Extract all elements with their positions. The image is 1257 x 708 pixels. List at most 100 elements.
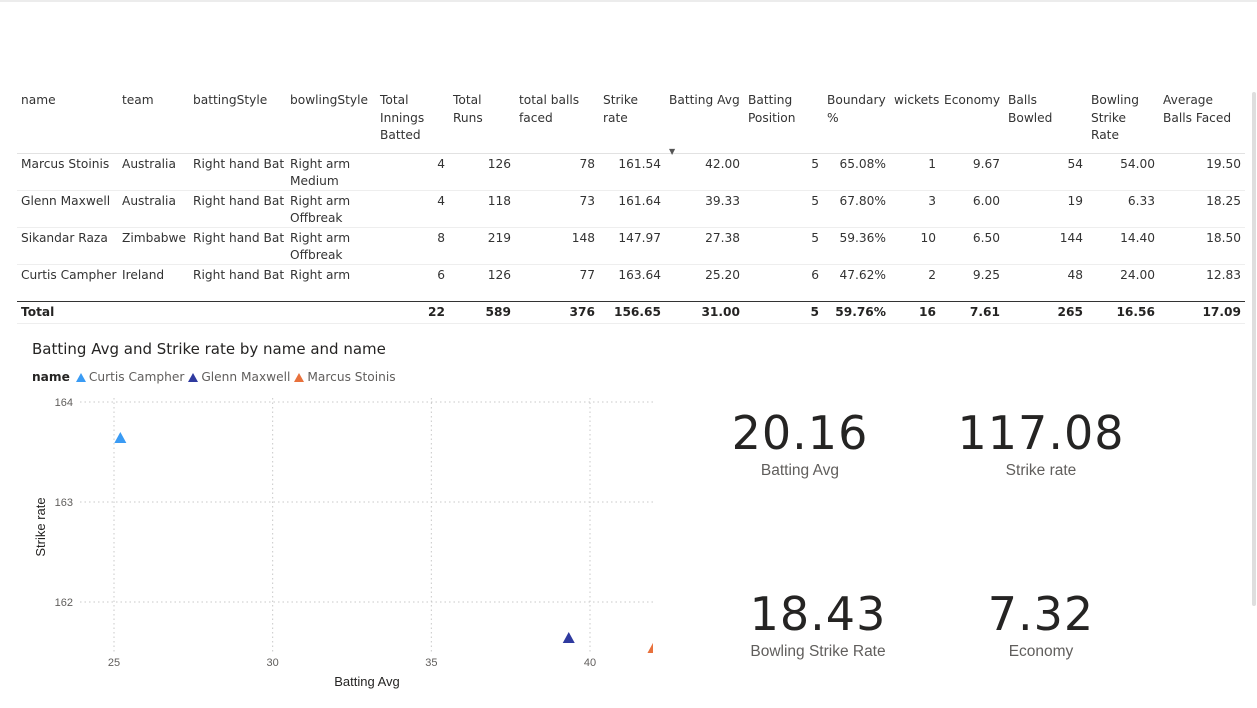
scatter-chart: 162 163 164 25 30 35 40 Batting Avg Strike rate: [33, 397, 659, 689]
y-tick-label: 164: [55, 397, 73, 409]
column-header-economy[interactable]: Economy: [940, 92, 1004, 154]
cell-batting-position: 5: [811, 157, 819, 171]
top-border: [0, 0, 1257, 2]
total-cell-total-balls-faced: 376: [569, 304, 595, 319]
card-value: 117.08: [957, 406, 1125, 460]
cell-team: Australia: [122, 157, 176, 171]
total-cell-wickets: 16: [919, 304, 936, 319]
cell-bowlingstyle: Right arm Offbreak: [290, 194, 351, 225]
cell-balls-bowled: 54: [1067, 157, 1083, 171]
total-cell-batting-position: 5: [810, 304, 819, 319]
cell-total-innings-batted: 4: [437, 194, 445, 208]
card-label: Bowling Strike Rate: [750, 643, 886, 660]
table-row[interactable]: Marcus Stoinis Australia Right hand Bat Rig…: [17, 154, 1245, 191]
column-header-batting-style[interactable]: battingStyle: [189, 92, 286, 154]
cell-total-balls-faced: 77: [579, 268, 595, 282]
cell-strike-rate: 147.97: [618, 231, 661, 245]
table-row[interactable]: Sikandar Raza Zimbabwe Right hand Bat Right…: [17, 228, 1245, 265]
column-header-batting-avg[interactable]: Batting Avg: [665, 92, 744, 154]
cell-team: Ireland: [122, 268, 165, 282]
table-row[interactable]: Glenn Maxwell Australia Right hand Bat Righ…: [17, 191, 1245, 228]
y-tick-label: 162: [55, 597, 73, 609]
column-header-balls-bowled[interactable]: Balls Bowled: [1004, 92, 1087, 154]
sort-descending-icon[interactable]: ▼: [669, 147, 675, 156]
cell-average-balls-faced: 18.50: [1206, 231, 1241, 245]
total-cell-bowlingstyle: [286, 301, 376, 323]
total-cell-total-innings-batted: 22: [428, 304, 445, 319]
cell-total-balls-faced: 148: [571, 231, 595, 245]
total-cell-average-balls-faced: 17.09: [1202, 304, 1241, 319]
cell-bowlingstyle: Right arm: [290, 268, 351, 282]
player-stats-table: ▼ name team battingStyle bowlingStyle To…: [17, 92, 1245, 324]
cell-strike-rate: 163.64: [618, 268, 661, 282]
column-header-bowling-style[interactable]: bowlingStyle: [286, 92, 376, 154]
cell-boundary: 67.80%: [839, 194, 886, 208]
column-header-total-balls-faced[interactable]: total balls faced: [515, 92, 599, 154]
card-value: 20.16: [731, 406, 869, 460]
y-tick-label: 163: [55, 497, 73, 509]
total-cell-batting-avg: 31.00: [701, 304, 740, 319]
column-header-boundary-pct[interactable]: Boundary %: [823, 92, 890, 154]
cell-average-balls-faced: 18.25: [1206, 194, 1241, 208]
cell-total-balls-faced: 78: [579, 157, 595, 171]
cell-economy: 6.00: [972, 194, 1000, 208]
column-header-total-innings-batted[interactable]: Total Innings Batted: [376, 92, 449, 154]
column-header-name[interactable]: name: [17, 92, 118, 154]
total-label: Total: [21, 304, 55, 319]
cell-strike-rate: 161.64: [618, 194, 661, 208]
data-point-marcus-stoinis[interactable]: [647, 642, 659, 653]
cell-name: Curtis Campher: [21, 268, 117, 282]
data-point-glenn-maxwell[interactable]: [562, 632, 575, 643]
card-label: Economy: [1008, 643, 1074, 660]
cell-wickets: 10: [920, 231, 936, 245]
cell-batting-avg: 39.33: [705, 194, 740, 208]
column-header-wickets[interactable]: wickets: [890, 92, 940, 154]
cell-economy: 9.67: [972, 157, 1000, 171]
y-axis-title: Strike rate: [33, 497, 48, 556]
column-header-strike-rate[interactable]: Strike rate: [599, 92, 665, 154]
chart-title: Batting Avg and Strike rate by name and …: [32, 340, 386, 358]
cell-battingstyle: Right hand Bat: [193, 231, 285, 245]
cell-batting-avg: 27.38: [705, 231, 740, 245]
data-point-curtis-campher[interactable]: [114, 432, 127, 443]
cell-team: Australia: [122, 194, 176, 208]
cell-economy: 6.50: [972, 231, 1000, 245]
cell-bowling-strike-rate: 14.40: [1120, 231, 1155, 245]
column-header-bowling-strike-rate[interactable]: Bowling Strike Rate: [1087, 92, 1159, 154]
cell-batting-avg: 42.00: [705, 157, 740, 171]
cell-boundary: 47.62%: [839, 268, 886, 282]
cell-bowling-strike-rate: 54.00: [1120, 157, 1155, 171]
cell-name: Glenn Maxwell: [21, 194, 111, 208]
cell-batting-avg: 25.20: [705, 268, 740, 282]
table-row[interactable]: Curtis Campher Ireland Right hand Bat Right…: [17, 265, 1245, 302]
cell-bowlingstyle: Right arm Medium: [290, 157, 351, 188]
column-header-batting-position[interactable]: Batting Position: [744, 92, 823, 154]
cell-total-innings-batted: 4: [437, 157, 445, 171]
vertical-scrollbar[interactable]: [1252, 92, 1256, 606]
cell-total-balls-faced: 73: [579, 194, 595, 208]
x-tick-label: 30: [267, 657, 279, 669]
cell-batting-position: 5: [811, 231, 819, 245]
table-header-row: name team battingStyle bowlingStyle Tota…: [17, 92, 1245, 154]
cell-balls-bowled: 144: [1059, 231, 1083, 245]
total-cell-balls-bowled: 265: [1057, 304, 1083, 319]
x-tick-label: 35: [425, 657, 437, 669]
cell-bowlingstyle: Right arm Offbreak: [290, 231, 351, 262]
total-cell-battingstyle: [189, 301, 286, 323]
cell-boundary: 59.36%: [839, 231, 886, 245]
total-cell-strike-rate: 156.65: [613, 304, 661, 319]
cell-economy: 9.25: [972, 268, 1000, 282]
cell-wickets: 2: [928, 268, 936, 282]
card-value: 7.32: [987, 587, 1095, 641]
cell-average-balls-faced: 19.50: [1206, 157, 1241, 171]
x-tick-label: 25: [108, 657, 120, 669]
cell-average-balls-faced: 12.83: [1206, 268, 1241, 282]
cell-batting-position: 5: [811, 194, 819, 208]
card-economy: 7.32 Economy: [941, 589, 1141, 661]
cell-total-runs: 126: [487, 157, 511, 171]
column-header-total-runs[interactable]: Total Runs: [449, 92, 515, 154]
column-header-average-balls-faced[interactable]: Average Balls Faced: [1159, 92, 1245, 154]
column-header-team[interactable]: team: [118, 92, 189, 154]
total-cell-team: [118, 301, 189, 323]
cell-wickets: 1: [928, 157, 936, 171]
